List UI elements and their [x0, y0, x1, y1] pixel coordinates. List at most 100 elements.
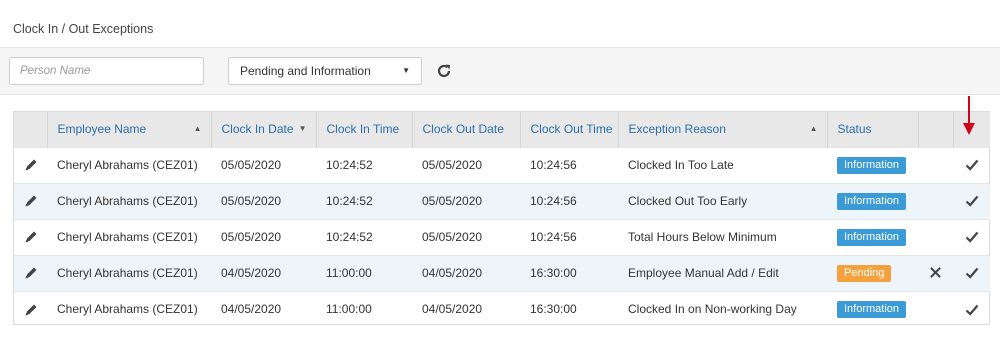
column-header-employee[interactable]: Employee Name ▲: [47, 112, 212, 147]
sort-descending-icon[interactable]: ▼: [299, 124, 307, 133]
approve-cell: [953, 147, 990, 183]
sort-ascending-icon[interactable]: ▲: [810, 124, 818, 133]
approve-check-icon[interactable]: [965, 158, 979, 172]
table-row: Cheryl Abrahams (CEZ01) 04/05/2020 11:00:0…: [14, 255, 990, 291]
column-header-label: Clock Out Date: [422, 122, 504, 137]
edit-cell: [14, 183, 47, 219]
reject-cell: [918, 255, 953, 291]
approve-check-icon[interactable]: [965, 194, 979, 208]
reject-cell: [918, 219, 953, 255]
table-row: Cheryl Abrahams (CEZ01) 04/05/2020 11:00:0…: [14, 291, 990, 327]
approve-check-icon[interactable]: [965, 230, 979, 244]
page-title: Clock In / Out Exceptions: [13, 22, 154, 36]
column-header-reason[interactable]: Exception Reason ▲: [618, 112, 828, 147]
approve-cell: [953, 291, 990, 327]
cell-clock-in-date: 05/05/2020: [221, 230, 282, 244]
cell-employee: Cheryl Abrahams (CEZ01): [57, 194, 198, 208]
arrow-annotation-icon: [963, 96, 975, 135]
table-row: Cheryl Abrahams (CEZ01) 05/05/2020 10:24:5…: [14, 219, 990, 255]
column-header-clock-in-time[interactable]: Clock In Time: [316, 112, 413, 147]
cell-reason: Total Hours Below Minimum: [628, 230, 777, 244]
approve-cell: [953, 255, 990, 291]
edit-cell: [14, 255, 47, 291]
status-badge: Information: [837, 300, 907, 318]
column-header-label: Clock In Time: [326, 122, 400, 137]
column-header-label: Clock Out Time: [530, 122, 613, 137]
table-row: Cheryl Abrahams (CEZ01) 05/05/2020 10:24:5…: [14, 147, 990, 183]
pencil-edit-icon[interactable]: [24, 266, 38, 280]
status-filter-value: Pending and Information: [240, 64, 371, 78]
reject-cell: [918, 183, 953, 219]
exceptions-table: Employee Name ▲ Clock In Date ▼ Clock In Tim…: [13, 111, 990, 325]
cell-employee: Cheryl Abrahams (CEZ01): [57, 230, 198, 244]
filter-toolbar: Pending and Information ▼: [0, 47, 1000, 95]
cell-employee: Cheryl Abrahams (CEZ01): [57, 302, 198, 317]
column-header-label: Exception Reason: [628, 122, 726, 137]
status-badge: Information: [837, 228, 907, 246]
person-name-search-input[interactable]: [9, 57, 204, 85]
column-header-label: Status: [837, 122, 872, 137]
column-header-clock-in-date[interactable]: Clock In Date ▼: [211, 112, 317, 147]
edit-cell: [14, 291, 47, 327]
column-header-clock-out-date[interactable]: Clock Out Date: [412, 112, 521, 147]
cell-clock-out-date: 05/05/2020: [422, 158, 483, 172]
cell-clock-in-time: 10:24:52: [326, 230, 373, 244]
status-badge: Information: [837, 192, 907, 210]
cell-clock-in-time: 11:00:00: [326, 302, 372, 317]
pencil-edit-icon[interactable]: [24, 230, 38, 244]
cell-clock-out-date: 04/05/2020: [422, 302, 483, 317]
column-header-label: Clock In Date: [221, 122, 294, 137]
cell-clock-in-date: 05/05/2020: [221, 158, 282, 172]
cell-clock-in-date: 04/05/2020: [221, 302, 282, 317]
cell-reason: Clocked In on Non-working Day: [628, 302, 797, 317]
cell-reason: Clocked Out Too Early: [628, 194, 748, 208]
reject-cell: [918, 291, 953, 327]
refresh-icon[interactable]: [436, 63, 452, 79]
pencil-edit-icon[interactable]: [24, 303, 38, 317]
column-header-clock-out-time[interactable]: Clock Out Time: [520, 112, 619, 147]
reject-cell: [918, 147, 953, 183]
cell-clock-out-date: 04/05/2020: [422, 266, 483, 280]
cell-clock-out-date: 05/05/2020: [422, 194, 483, 208]
column-header-reject: [918, 112, 954, 147]
cell-clock-out-time: 16:30:00: [530, 302, 577, 317]
pencil-edit-icon[interactable]: [24, 158, 38, 172]
dropdown-caret-icon: ▼: [402, 66, 410, 75]
status-badge: Information: [837, 156, 907, 174]
table-row: Cheryl Abrahams (CEZ01) 05/05/2020 10:24:5…: [14, 183, 990, 219]
cell-reason: Clocked In Too Late: [628, 158, 734, 172]
column-header-status[interactable]: Status: [827, 112, 919, 147]
cell-reason: Employee Manual Add / Edit: [628, 266, 779, 280]
cell-employee: Cheryl Abrahams (CEZ01): [57, 158, 198, 172]
cell-employee: Cheryl Abrahams (CEZ01): [57, 266, 198, 280]
column-header-label: Employee Name: [57, 122, 147, 137]
approve-check-icon[interactable]: [965, 303, 979, 317]
edit-cell: [14, 219, 47, 255]
approve-check-icon[interactable]: [965, 266, 979, 280]
status-filter-select[interactable]: Pending and Information ▼: [228, 57, 422, 85]
approve-cell: [953, 183, 990, 219]
column-header-edit: [14, 112, 48, 147]
cell-status: Information: [827, 219, 918, 255]
status-badge: Pending: [837, 264, 892, 282]
cell-clock-out-date: 05/05/2020: [422, 230, 483, 244]
pencil-edit-icon[interactable]: [24, 194, 38, 208]
sort-ascending-icon[interactable]: ▲: [194, 124, 202, 133]
cell-status: Pending: [827, 255, 918, 291]
cell-clock-in-date: 04/05/2020: [221, 266, 282, 280]
cell-status: Information: [827, 147, 918, 183]
cell-clock-in-time: 10:24:52: [326, 194, 373, 208]
cell-clock-out-time: 10:24:56: [530, 230, 577, 244]
cell-clock-out-time: 10:24:56: [530, 158, 577, 172]
reject-x-icon[interactable]: [929, 266, 943, 280]
table-header-row: Employee Name ▲ Clock In Date ▼ Clock In Tim…: [14, 112, 990, 147]
cell-clock-in-time: 11:00:00: [326, 266, 372, 280]
cell-clock-in-time: 10:24:52: [326, 158, 373, 172]
cell-clock-out-time: 16:30:00: [530, 266, 577, 280]
cell-status: Information: [827, 183, 918, 219]
cell-clock-out-time: 10:24:56: [530, 194, 577, 208]
cell-status: Information: [827, 291, 918, 327]
cell-clock-in-date: 05/05/2020: [221, 194, 282, 208]
approve-cell: [953, 219, 990, 255]
edit-cell: [14, 147, 47, 183]
